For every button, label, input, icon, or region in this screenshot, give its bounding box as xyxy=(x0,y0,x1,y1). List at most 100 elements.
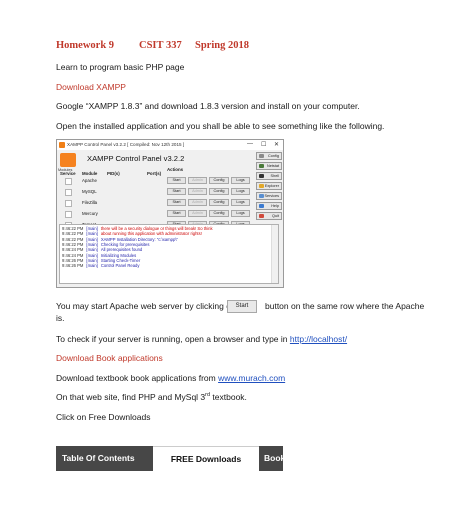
side-button-explorer[interactable]: Explorer xyxy=(256,182,282,190)
side-button-label: Netstat xyxy=(266,164,279,168)
explorer-icon xyxy=(259,184,264,188)
module-start-button[interactable]: Start xyxy=(167,210,186,217)
col-pid: PID(s) xyxy=(107,171,120,176)
module-config-button[interactable]: Config xyxy=(209,210,229,217)
section-xampp-heading: Download XAMPP xyxy=(56,82,126,92)
module-config-button[interactable]: Config xyxy=(209,177,229,184)
check-server-text: To check if your server is running, open… xyxy=(56,334,288,344)
homework-title: Homework 9 xyxy=(56,40,115,51)
log-panel[interactable]: 9:46:22 PM [main] there will be a security… xyxy=(59,224,279,284)
log-time: 9:46:26 PM xyxy=(62,263,84,269)
log-line: 9:46:22 PM [main] there will be a security… xyxy=(62,226,213,231)
localhost-link[interactable]: http://localhost/ xyxy=(290,334,347,344)
side-button-label: Quit xyxy=(272,214,279,218)
log-time: 9:46:24 PM xyxy=(62,247,84,253)
tab-book: Book xyxy=(259,446,283,471)
log-message: Checking for prerequisites xyxy=(100,241,150,247)
side-button-services[interactable]: Services xyxy=(256,192,282,200)
services-icon xyxy=(259,194,264,198)
log-module: [main] xyxy=(86,226,98,231)
side-button-config[interactable]: Config xyxy=(256,152,282,160)
log-message: there will be a security dialogue or thi… xyxy=(100,226,213,231)
side-button-quit[interactable]: Quit xyxy=(256,212,282,220)
log-message: XAMPP Installation Directory: "c:\xampp\… xyxy=(100,236,178,242)
module-logs-button[interactable]: Logs xyxy=(231,210,250,217)
free-downloads-instruction: Click on Free Downloads xyxy=(56,412,151,422)
log-module: [main] xyxy=(86,257,98,263)
service-checkbox[interactable] xyxy=(65,200,72,207)
log-message: Initializing Modules xyxy=(100,252,137,258)
log-line: 9:46:22 PM [main] XAMPP Installation Direc… xyxy=(62,237,178,242)
module-start-button[interactable]: Start xyxy=(167,199,186,206)
log-module: [main] xyxy=(86,247,98,253)
murach-link[interactable]: www.murach.com xyxy=(218,373,285,383)
module-logs-button[interactable]: Logs xyxy=(231,177,250,184)
log-module: [main] xyxy=(86,241,98,247)
log-message: about running this application with admi… xyxy=(100,231,202,237)
module-row: FileZilla Start Admin Config Logs xyxy=(57,199,253,207)
log-time: 9:46:22 PM xyxy=(62,231,84,237)
module-row: Apache Start Admin Config Logs xyxy=(57,177,253,185)
log-time: 9:46:24 PM xyxy=(62,252,84,258)
log-message: Starting Check-Timer xyxy=(100,257,141,263)
log-line: 9:46:22 PM [main] Checking for prerequisit… xyxy=(62,242,149,247)
side-button-label: Help xyxy=(271,204,279,208)
shell-icon xyxy=(259,174,264,178)
log-time: 9:46:22 PM xyxy=(62,236,84,242)
start-instruction-a: You may start Apache web server by click… xyxy=(56,301,236,311)
log-scrollbar[interactable] xyxy=(271,225,278,283)
open-instruction: Open the installed application and you s… xyxy=(56,121,385,131)
side-button-help[interactable]: Help xyxy=(256,202,282,210)
course-code: CSIT 337 xyxy=(139,40,182,51)
side-button-shell[interactable]: Shell xyxy=(256,172,282,180)
module-name: Mercury xyxy=(82,211,98,216)
minimize-icon[interactable]: — xyxy=(247,141,253,147)
maximize-icon[interactable]: ☐ xyxy=(261,141,266,148)
log-line: 9:46:26 PM [main] Starting Check-Timer xyxy=(62,258,140,263)
log-time: 9:46:22 PM xyxy=(62,226,84,231)
col-ports: Port(s) xyxy=(147,171,162,176)
side-button-label: Services xyxy=(264,194,279,198)
intro-text: Learn to program basic PHP page xyxy=(56,62,185,72)
log-module: [main] xyxy=(86,263,98,269)
log-time: 9:46:26 PM xyxy=(62,257,84,263)
module-config-button[interactable]: Config xyxy=(209,188,229,195)
module-row: MySQL Start Admin Config Logs xyxy=(57,188,253,196)
tab-table-of-contents: Table Of Contents xyxy=(56,446,153,471)
php-text-a: On that web site, find PHP and MySql 3 xyxy=(56,392,206,402)
module-admin-button[interactable]: Admin xyxy=(188,199,207,206)
module-name: Apache xyxy=(82,178,97,183)
module-admin-button[interactable]: Admin xyxy=(188,177,207,184)
download-line: Download textbook book applications from… xyxy=(56,373,285,383)
module-start-button[interactable]: Start xyxy=(167,177,186,184)
close-icon[interactable]: ✕ xyxy=(274,141,279,148)
start-instruction-b: button on the same row where the Apache xyxy=(265,301,425,311)
service-checkbox[interactable] xyxy=(65,211,72,218)
section-book-heading: Download Book applications xyxy=(56,353,163,363)
log-module: [main] xyxy=(86,252,98,258)
window-titlebar: XAMPP Control Panel v3.2.2 [ Compiled: N… xyxy=(57,140,283,150)
module-admin-button[interactable]: Admin xyxy=(188,188,207,195)
log-line: 9:46:26 PM [main] Control Panel Ready xyxy=(62,263,139,268)
log-line: 9:46:22 PM [main] about running this appli… xyxy=(62,231,202,236)
log-time: 9:46:22 PM xyxy=(62,241,84,247)
log-line: 9:46:24 PM [main] Initializing Modules xyxy=(62,253,136,258)
xampp-control-panel-window: XAMPP Control Panel v3.2.2 [ Compiled: N… xyxy=(56,139,284,288)
col-module: Module xyxy=(82,171,98,176)
module-row: Mercury Start Admin Config Logs xyxy=(57,210,253,218)
service-checkbox[interactable] xyxy=(65,178,72,185)
module-start-button[interactable]: Start xyxy=(167,188,186,195)
side-button-netstat[interactable]: Netstat xyxy=(256,162,282,170)
module-config-button[interactable]: Config xyxy=(209,199,229,206)
config-icon xyxy=(259,154,264,158)
side-button-label: Config xyxy=(268,154,279,158)
quit-icon xyxy=(259,214,264,218)
xampp-app-icon xyxy=(59,142,65,148)
module-admin-button[interactable]: Admin xyxy=(188,210,207,217)
module-logs-button[interactable]: Logs xyxy=(231,199,250,206)
netstat-icon xyxy=(259,164,264,168)
module-logs-button[interactable]: Logs xyxy=(231,188,250,195)
log-line: 9:46:24 PM [main] All prerequisites found xyxy=(62,247,142,252)
module-name: MySQL xyxy=(82,189,97,194)
service-checkbox[interactable] xyxy=(65,189,72,196)
